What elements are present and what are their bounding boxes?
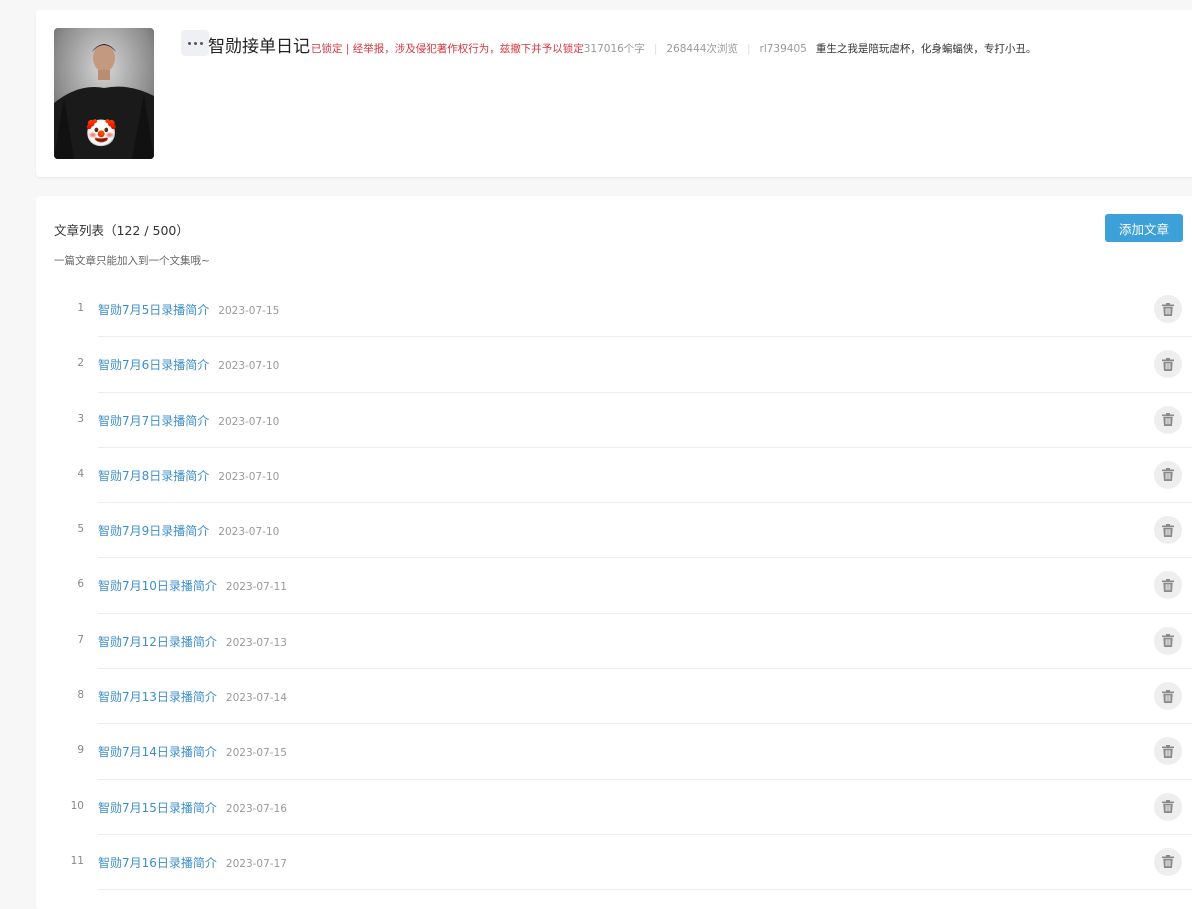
article-link[interactable]: 智勋7月7日录播简介 2023-07-10 (98, 412, 279, 429)
list-item: 2 智勋7月6日录播简介 2023-07-10 (36, 337, 1192, 393)
clown-emoji-icon: 🤡 (85, 119, 118, 149)
trash-icon (1162, 578, 1174, 592)
delete-article-button[interactable] (1154, 295, 1182, 323)
item-index: 9 (77, 744, 84, 757)
article-link[interactable]: 智勋7月16日录播简介 2023-07-17 (98, 854, 287, 871)
stats-divider: | (746, 43, 751, 55)
trash-icon (1162, 689, 1174, 703)
article-date: 2023-07-11 (225, 581, 287, 594)
article-date: 2023-07-10 (218, 360, 280, 373)
article-link[interactable]: 智勋7月9日录播简介 2023-07-10 (98, 522, 279, 539)
stats-divider: | (653, 43, 658, 55)
article-date: 2023-07-17 (225, 857, 287, 870)
list-item: 4 智勋7月8日录播简介 2023-07-10 (36, 448, 1192, 504)
delete-article-button[interactable] (1154, 571, 1182, 600)
list-item: 5 智勋7月9日录播简介 2023-07-10 (36, 503, 1192, 559)
trash-icon (1162, 357, 1174, 371)
item-index: 11 (70, 854, 84, 867)
item-index: 1 (77, 302, 84, 314)
list-item: 10 智勋7月15日录播简介 2023-07-16 (36, 780, 1192, 835)
item-index: 5 (77, 523, 84, 536)
list-item: 3 智勋7月7日录播简介 2023-07-10 (36, 393, 1192, 448)
trash-icon (1162, 302, 1174, 316)
article-title[interactable]: 智勋7月7日录播简介 (98, 414, 209, 428)
article-title[interactable]: 智勋7月16日录播简介 (98, 856, 217, 870)
article-title[interactable]: 智勋7月9日录播简介 (98, 524, 209, 538)
list-item: 6 智勋7月10日录播简介 2023-07-11 (36, 558, 1192, 614)
article-list-hint: 一篇文章只能加入到一个文集哦~ (54, 255, 210, 267)
list-item: 1 智勋7月5日录播简介 2023-07-15 (36, 282, 1192, 338)
collection-title-row: 智勋接单日记 已锁定 | 经举报，涉及侵犯著作权行为，兹撤下并予以锁定 3170… (208, 32, 1036, 57)
article-list-card: 文章列表（122 / 500） 一篇文章只能加入到一个文集哦~ 添加文章 1 智勋… (36, 196, 1192, 909)
article-list: 1 智勋7月5日录播简介 2023-07-15 2 智勋7月6日录播简介 2023-07-… (36, 282, 1192, 891)
trash-icon (1162, 800, 1174, 814)
article-title[interactable]: 智勋7月13日录播简介 (98, 690, 217, 704)
article-date: 2023-07-16 (225, 802, 287, 815)
word-count: 317016个字 (583, 43, 645, 55)
article-title[interactable]: 智勋7月5日录播简介 (98, 303, 209, 317)
article-link[interactable]: 智勋7月14日录播简介 2023-07-15 (98, 743, 287, 760)
trash-icon (1162, 744, 1174, 758)
delete-article-button[interactable] (1154, 737, 1182, 766)
item-index: 8 (77, 689, 84, 702)
article-title[interactable]: 智勋7月12日录播简介 (98, 635, 217, 649)
article-link[interactable]: 智勋7月8日录播简介 2023-07-10 (98, 467, 279, 484)
add-article-button[interactable]: 添加文章 (1105, 214, 1183, 242)
delete-article-button[interactable] (1154, 516, 1182, 545)
item-index: 3 (77, 412, 84, 425)
article-title[interactable]: 智勋7月10日录播简介 (98, 579, 217, 593)
article-link[interactable]: 智勋7月6日录播简介 2023-07-10 (98, 356, 279, 373)
article-link[interactable]: 智勋7月13日录播简介 2023-07-14 (98, 688, 287, 705)
article-date: 2023-07-15 (225, 747, 287, 760)
item-index: 10 (70, 799, 84, 812)
article-date: 2023-07-15 (218, 305, 280, 317)
article-date: 2023-07-10 (218, 470, 280, 483)
trash-icon (1162, 855, 1174, 869)
collection-cover-image[interactable]: 🤡 (54, 28, 154, 159)
article-link[interactable]: 智勋7月5日录播简介 2023-07-15 (98, 301, 279, 318)
row-divider (98, 889, 1192, 891)
item-index: 4 (77, 467, 84, 480)
collection-stats: 317016个字 | 268444次浏览 | rl739405 (584, 41, 807, 56)
delete-article-button[interactable] (1154, 792, 1182, 821)
item-index: 2 (77, 357, 84, 370)
delete-article-button[interactable] (1154, 460, 1182, 489)
article-link[interactable]: 智勋7月10日录播简介 2023-07-11 (98, 577, 287, 594)
delete-article-button[interactable] (1154, 626, 1182, 655)
locked-notice: 已锁定 | 经举报，涉及侵犯著作权行为，兹撤下并予以锁定 (311, 43, 584, 55)
delete-article-button[interactable] (1154, 682, 1182, 711)
trash-icon (1162, 523, 1174, 537)
author-name[interactable]: rl739405 (760, 43, 807, 55)
trash-icon (1162, 634, 1174, 648)
more-options-button[interactable] (181, 30, 209, 56)
article-link[interactable]: 智勋7月15日录播简介 2023-07-16 (98, 799, 287, 816)
list-item: 11 智勋7月16日录播简介 2023-07-17 (36, 835, 1192, 891)
delete-article-button[interactable] (1154, 847, 1182, 876)
delete-article-button[interactable] (1154, 405, 1182, 434)
article-title[interactable]: 智勋7月14日录播简介 (98, 745, 217, 759)
delete-article-button[interactable] (1154, 350, 1182, 379)
more-dots-icon (186, 41, 204, 45)
list-item: 8 智勋7月13日录播简介 2023-07-14 (36, 669, 1192, 725)
trash-icon (1162, 413, 1174, 427)
article-date: 2023-07-10 (218, 415, 280, 428)
collection-title: 智勋接单日记 (208, 37, 310, 57)
article-title[interactable]: 智勋7月8日录播简介 (98, 469, 209, 483)
collection-header-card: 🤡 智勋接单日记 已锁定 | 经举报，涉及侵犯著作权行为，兹撤下并予以锁定 31… (36, 10, 1192, 177)
list-item: 7 智勋7月12日录播简介 2023-07-13 (36, 614, 1192, 670)
article-list-heading: 文章列表（122 / 500） (54, 223, 189, 238)
article-date: 2023-07-14 (225, 692, 287, 705)
view-count: 268444次浏览 (666, 43, 738, 55)
list-item: 9 智勋7月14日录播简介 2023-07-15 (36, 724, 1192, 780)
trash-icon (1162, 468, 1174, 482)
item-index: 7 (77, 633, 84, 646)
item-index: 6 (77, 578, 84, 591)
article-date: 2023-07-13 (225, 636, 287, 649)
article-title[interactable]: 智勋7月15日录播简介 (98, 801, 217, 815)
article-link[interactable]: 智勋7月12日录播简介 2023-07-13 (98, 633, 287, 650)
article-title[interactable]: 智勋7月6日录播简介 (98, 358, 209, 372)
collection-description: 重生之我是陪玩虐杯，化身蝙蝠侠，专打小丑。 (815, 43, 1037, 55)
article-date: 2023-07-10 (218, 526, 280, 539)
